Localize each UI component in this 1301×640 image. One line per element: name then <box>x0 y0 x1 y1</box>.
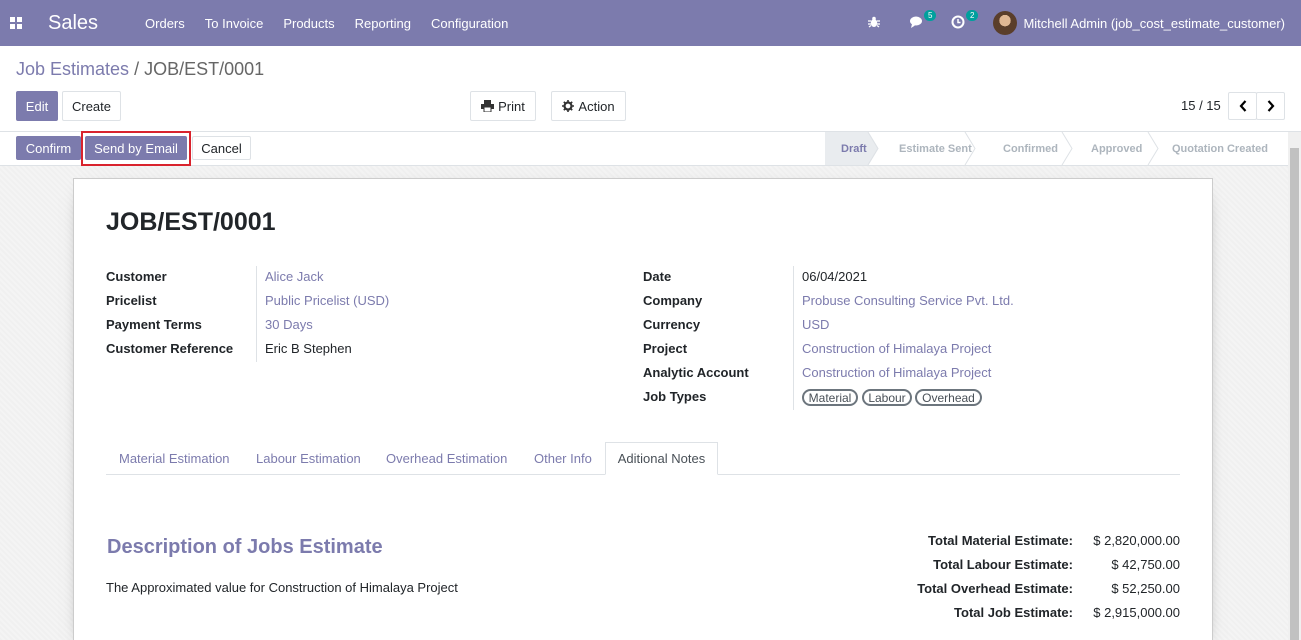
customer-value[interactable]: Alice Jack <box>265 269 324 284</box>
project-value[interactable]: Construction of Himalaya Project <box>802 341 991 356</box>
menu-item-products[interactable]: Products <box>283 16 334 31</box>
activities-badge: 2 <box>965 10 979 21</box>
job-type-tag-material[interactable]: Material <box>802 389 858 406</box>
scrollbar-thumb[interactable] <box>1290 148 1299 640</box>
user-name[interactable]: Mitchell Admin (job_cost_estimate_custom… <box>1023 16 1285 31</box>
create-button[interactable]: Create <box>62 91 121 121</box>
analytic-account-value[interactable]: Construction of Himalaya Project <box>802 365 991 380</box>
bug-icon[interactable] <box>867 15 883 31</box>
job-type-tag-labour[interactable]: Labour <box>862 389 912 406</box>
customer-reference-label: Customer Reference <box>106 341 234 356</box>
tab-labour-estimation[interactable]: Labour Estimation <box>256 451 361 466</box>
breadcrumb-job-estimates[interactable]: Job Estimates <box>16 59 129 79</box>
top-navbar: Sales Orders To Invoice Products Reporti… <box>0 0 1301 46</box>
date-label: Date <box>643 269 672 284</box>
breadcrumb-separator: / <box>134 59 140 79</box>
menu-item-reporting[interactable]: Reporting <box>355 16 411 31</box>
messages-icon[interactable]: 5 <box>909 10 937 31</box>
pricelist-value[interactable]: Public Pricelist (USD) <box>265 293 389 308</box>
breadcrumb-current: JOB/EST/0001 <box>144 59 265 79</box>
menu-item-orders[interactable]: Orders <box>145 16 185 31</box>
job-types-label: Job Types <box>643 389 707 404</box>
confirm-button[interactable]: Confirm <box>16 136 81 160</box>
send-by-email-button[interactable]: Send by Email <box>85 136 187 160</box>
messages-badge: 5 <box>923 10 937 21</box>
cancel-button[interactable]: Cancel <box>192 136 251 160</box>
main-menu: Orders To Invoice Products Reporting Con… <box>145 16 528 31</box>
total-labour-value: $ 42,750.00 <box>1111 557 1180 572</box>
action-button[interactable]: Action <box>551 91 626 121</box>
chevron-left-icon <box>1239 100 1246 112</box>
notes-heading: Description of Jobs Estimate <box>107 536 383 558</box>
payment-terms-value[interactable]: 30 Days <box>265 317 313 332</box>
project-label: Project <box>643 341 688 356</box>
systray: 5 2 Mitchell Admin (job_cost_estimate_cu… <box>867 0 1285 46</box>
right-group-divider <box>793 266 794 410</box>
action-label: Action <box>578 98 615 114</box>
tab-aditional-notes[interactable]: Aditional Notes <box>605 442 718 475</box>
pager-next-button[interactable] <box>1256 92 1285 120</box>
tab-overhead-estimation[interactable]: Overhead Estimation <box>386 451 507 466</box>
analytic-account-label: Analytic Account <box>643 365 749 380</box>
tab-material-estimation[interactable]: Material Estimation <box>119 451 230 466</box>
gear-icon <box>562 100 575 112</box>
user-avatar[interactable] <box>993 11 1018 35</box>
total-overhead-value: $ 52,250.00 <box>1111 581 1180 596</box>
currency-value[interactable]: USD <box>802 317 829 332</box>
job-type-tag-overhead[interactable]: Overhead <box>915 389 982 406</box>
breadcrumb: Job Estimates / JOB/EST/0001 <box>16 59 264 80</box>
pager-value[interactable]: 15 / 15 <box>1181 98 1221 113</box>
notes-text[interactable]: The Approximated value for Construction … <box>106 580 458 595</box>
customer-label: Customer <box>106 269 167 284</box>
chevron-right-icon <box>1267 100 1274 112</box>
company-label: Company <box>643 293 703 308</box>
customer-reference-value: Eric B Stephen <box>265 341 352 356</box>
total-job-value: $ 2,915,000.00 <box>1093 605 1180 620</box>
payment-terms-label: Payment Terms <box>106 317 202 332</box>
total-labour-label: Total Labour Estimate: <box>933 557 1073 572</box>
apps-menu-icon[interactable] <box>10 17 22 29</box>
company-value[interactable]: Probuse Consulting Service Pvt. Ltd. <box>802 293 1014 308</box>
record-title: JOB/EST/0001 <box>106 208 276 236</box>
print-label: Print <box>498 98 525 114</box>
print-button[interactable]: Print <box>470 91 536 121</box>
currency-label: Currency <box>643 317 701 332</box>
total-material-value: $ 2,820,000.00 <box>1093 533 1180 548</box>
pager-previous-button[interactable] <box>1228 92 1257 120</box>
activity-clock-icon[interactable]: 2 <box>951 10 979 31</box>
edit-button[interactable]: Edit <box>16 91 58 121</box>
scrollbar[interactable] <box>1288 132 1301 640</box>
pricelist-label: Pricelist <box>106 293 157 308</box>
total-overhead-label: Total Overhead Estimate: <box>917 581 1073 596</box>
tab-other-info[interactable]: Other Info <box>534 451 592 466</box>
print-icon <box>481 100 495 112</box>
left-group-divider <box>256 266 257 362</box>
date-value: 06/04/2021 <box>802 269 868 284</box>
menu-item-to-invoice[interactable]: To Invoice <box>205 16 264 31</box>
app-name[interactable]: Sales <box>48 12 98 35</box>
menu-item-configuration[interactable]: Configuration <box>431 16 508 31</box>
total-material-label: Total Material Estimate: <box>928 533 1073 548</box>
total-job-label: Total Job Estimate: <box>954 605 1073 620</box>
